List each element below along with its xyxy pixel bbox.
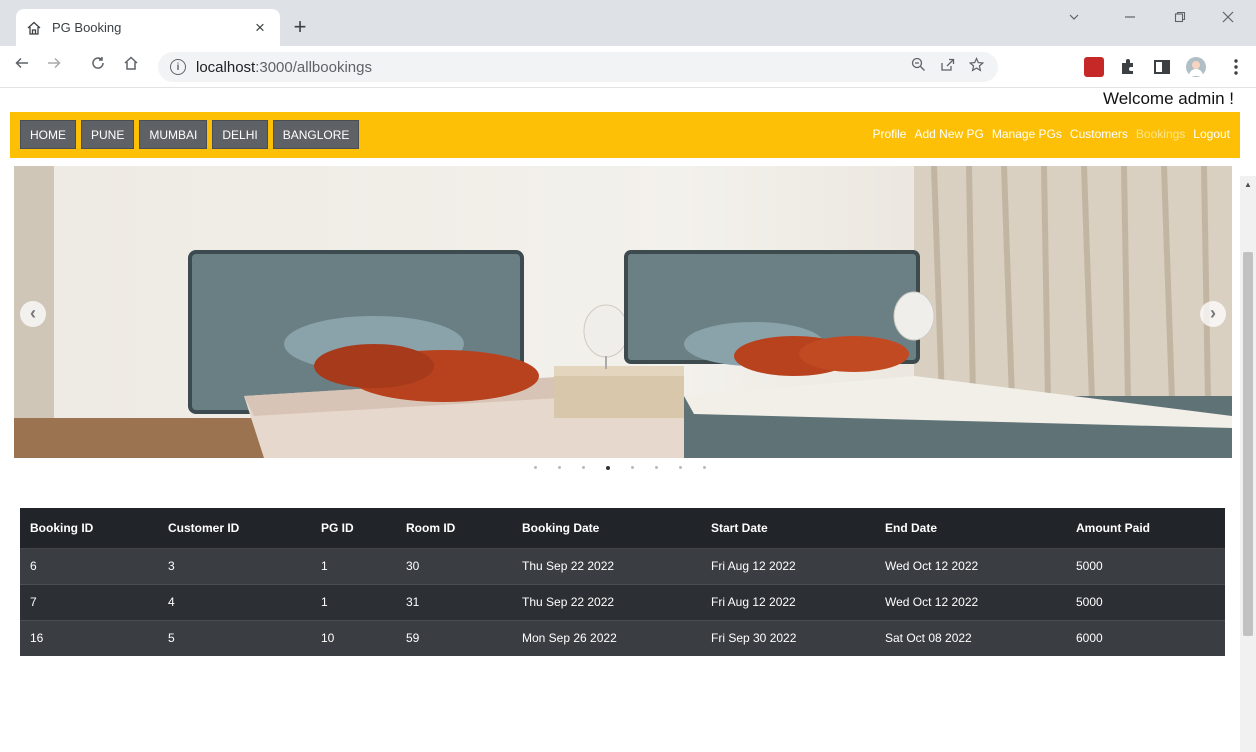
page-content: Welcome admin ! HOME PUNE MUMBAI DELHI B…: [0, 88, 1256, 752]
close-window-icon[interactable]: [1222, 10, 1234, 27]
column-header: Booking ID: [20, 508, 158, 549]
tab-title: PG Booking: [52, 20, 122, 35]
nav-link-profile[interactable]: Profile: [872, 127, 906, 141]
nav-button-mumbai[interactable]: MUMBAI: [139, 120, 208, 149]
scroll-up-icon[interactable]: ▲: [1244, 180, 1252, 189]
table-row: 6 3 1 30 Thu Sep 22 2022 Fri Aug 12 2022 Wed O…: [20, 547, 1225, 584]
carousel-dot[interactable]: [534, 466, 537, 469]
url-path: :3000/allbookings: [255, 58, 372, 76]
nav-button-banglore[interactable]: BANGLORE: [272, 120, 360, 149]
carousel-dot[interactable]: [679, 466, 682, 469]
main-navbar: HOME PUNE MUMBAI DELHI BANGLORE Profile …: [10, 112, 1240, 158]
column-header: Room ID: [396, 508, 512, 549]
table-row: 7 4 1 31 Thu Sep 22 2022 Fri Aug 12 2022 Wed O…: [20, 583, 1225, 620]
browser-tabstrip: PG Booking × +: [0, 0, 1256, 46]
carousel-dot[interactable]: [703, 466, 706, 469]
image-carousel: ‹ ›: [14, 166, 1232, 458]
column-header: Customer ID: [158, 508, 311, 549]
table-cell: Wed Oct 12 2022: [875, 547, 1066, 584]
table-cell: Fri Sep 30 2022: [701, 619, 875, 656]
back-icon[interactable]: [10, 55, 34, 76]
home-icon[interactable]: [119, 55, 143, 76]
table-row: 16 5 10 59 Mon Sep 26 2022 Fri Sep 30 2022 Sat…: [20, 619, 1225, 656]
carousel-dot[interactable]: [655, 466, 658, 469]
table-cell: 4: [158, 583, 311, 620]
city-nav-buttons: HOME PUNE MUMBAI DELHI BANGLORE: [20, 120, 360, 149]
column-header: PG ID: [311, 508, 396, 549]
table-cell: 10: [311, 619, 396, 656]
table-cell: 5000: [1066, 547, 1225, 584]
minimize-icon[interactable]: [1124, 10, 1136, 27]
puzzle-extensions-icon[interactable]: [1118, 57, 1138, 77]
carousel-dot[interactable]: [606, 466, 610, 470]
bookmark-star-icon[interactable]: [968, 57, 985, 76]
carousel-indicators: [534, 466, 706, 470]
url-host: localhost: [196, 58, 256, 76]
browser-menu-icon[interactable]: [1226, 57, 1246, 77]
table-cell: Thu Sep 22 2022: [512, 583, 701, 620]
reload-icon[interactable]: [86, 55, 110, 76]
bedroom-slide-image: [14, 166, 1232, 458]
carousel-next-icon[interactable]: ›: [1200, 301, 1226, 327]
column-header: Start Date: [701, 508, 875, 549]
table-cell: 5000: [1066, 583, 1225, 620]
table-cell: Thu Sep 22 2022: [512, 547, 701, 584]
scrollbar-thumb[interactable]: [1243, 252, 1253, 636]
column-header: Amount Paid: [1066, 508, 1225, 549]
table-cell: 6000: [1066, 619, 1225, 656]
nav-button-delhi[interactable]: DELHI: [212, 120, 268, 149]
home-icon: [26, 20, 42, 36]
column-header: End Date: [875, 508, 1066, 549]
table-cell: Sat Oct 08 2022: [875, 619, 1066, 656]
column-header: Booking Date: [512, 508, 701, 549]
table-header-row: Booking ID Customer ID PG ID Room ID Boo…: [20, 508, 1225, 549]
bookings-table-body: 6 3 1 30 Thu Sep 22 2022 Fri Aug 12 2022 Wed O…: [20, 547, 1225, 656]
table-cell: 16: [20, 619, 158, 656]
carousel-prev-icon[interactable]: ‹: [20, 301, 46, 327]
nav-link-manage-pgs[interactable]: Manage PGs: [992, 127, 1062, 141]
nav-link-bookings[interactable]: Bookings: [1136, 127, 1185, 141]
nav-link-customers[interactable]: Customers: [1070, 127, 1128, 141]
table-cell: Wed Oct 12 2022: [875, 583, 1066, 620]
table-cell: 6: [20, 547, 158, 584]
table-cell: Mon Sep 26 2022: [512, 619, 701, 656]
browser-toolbar: i localhost:3000/allbookings: [0, 46, 1256, 88]
bookings-table: Booking ID Customer ID PG ID Room ID Boo…: [20, 508, 1225, 656]
nav-button-pune[interactable]: PUNE: [81, 120, 135, 149]
page-scrollbar[interactable]: ▲: [1240, 176, 1256, 752]
welcome-message: Welcome admin !: [1102, 89, 1234, 108]
nav-link-logout[interactable]: Logout: [1193, 127, 1230, 141]
side-panel-icon[interactable]: [1152, 57, 1172, 77]
table-cell: 5: [158, 619, 311, 656]
address-bar[interactable]: i localhost:3000/allbookings: [158, 52, 998, 82]
table-cell: 7: [20, 583, 158, 620]
tab-close-icon[interactable]: ×: [250, 18, 270, 38]
admin-nav-links: Profile Add New PG Manage PGs Customers …: [872, 127, 1230, 141]
table-cell: 31: [396, 583, 512, 620]
new-tab-button[interactable]: +: [288, 14, 312, 40]
forward-icon[interactable]: [42, 55, 66, 76]
nav-link-add-new-pg[interactable]: Add New PG: [914, 127, 983, 141]
carousel-dot[interactable]: [631, 466, 634, 469]
zoom-icon[interactable]: [911, 57, 926, 76]
site-info-icon[interactable]: i: [170, 59, 186, 75]
carousel-dot[interactable]: [558, 466, 561, 469]
table-cell: 30: [396, 547, 512, 584]
table-cell: 3: [158, 547, 311, 584]
table-cell: 59: [396, 619, 512, 656]
nav-button-home[interactable]: HOME: [20, 120, 76, 149]
profile-avatar-icon[interactable]: [1186, 57, 1206, 77]
restore-icon[interactable]: [1174, 10, 1186, 27]
table-cell: 1: [311, 583, 396, 620]
tab-search-icon[interactable]: [1068, 10, 1080, 27]
table-cell: 1: [311, 547, 396, 584]
share-icon[interactable]: [940, 57, 955, 76]
browser-tab[interactable]: PG Booking ×: [16, 9, 280, 46]
extension-red-icon[interactable]: [1084, 57, 1104, 77]
carousel-dot[interactable]: [582, 466, 585, 469]
table-cell: Fri Aug 12 2022: [701, 583, 875, 620]
table-cell: Fri Aug 12 2022: [701, 547, 875, 584]
